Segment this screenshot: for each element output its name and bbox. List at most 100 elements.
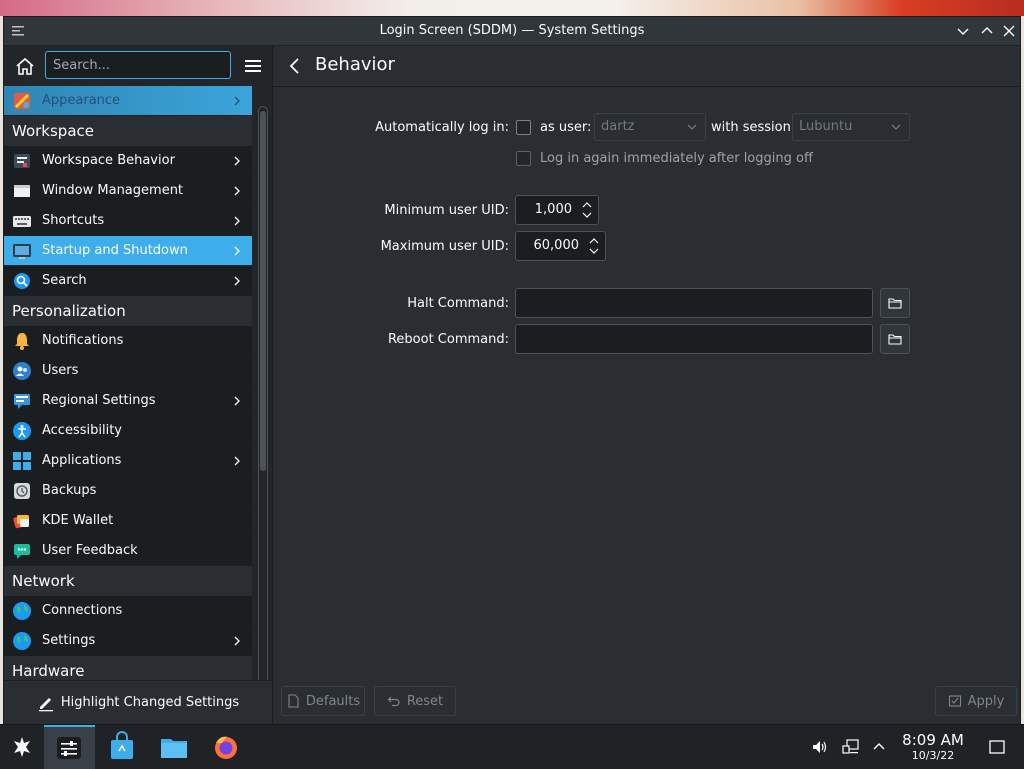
sidebar-scrollbar[interactable] [258,106,268,690]
sidebar-item-appearance[interactable]: Appearance [4,86,252,116]
chevron-down-icon [687,124,697,130]
chevron-right-icon [234,276,240,286]
apply-icon [948,695,961,707]
sidebar-item-settings[interactable]: Settings [4,626,252,656]
file-manager-icon[interactable] [158,731,190,763]
hamburger-menu-icon[interactable] [243,56,263,76]
autologin-label: Automatically log in: [375,120,509,135]
minimum-uid-spinbox[interactable]: 1,000 [515,195,599,225]
reboot-command-field[interactable] [515,324,873,354]
spin-arrows-icon[interactable] [587,234,601,258]
system-settings-task[interactable] [44,725,95,769]
category-list: Appearance Workspace Workspace Behavior Win… [4,86,252,680]
chevron-right-icon [234,186,240,196]
sidebar-item-applications[interactable]: Applications [4,446,252,476]
close-icon [1003,25,1015,37]
sidebar-item-backups[interactable]: Backups [4,476,252,506]
minimum-uid-value: 1,000 [534,202,572,217]
sidebar-item-kde-wallet[interactable]: KDE Wallet [4,506,252,536]
globe-icon [13,601,31,620]
defaults-button[interactable]: Defaults [281,686,365,716]
maximize-button[interactable] [978,22,996,40]
reboot-command-browse-button[interactable] [880,324,910,354]
user-combobox-value: dartz [601,119,635,134]
reset-button[interactable]: Reset [374,686,456,716]
sidebar-item-regional-settings[interactable]: Regional Settings [4,386,252,416]
sidebar-item-search[interactable]: Search [4,266,252,296]
close-button[interactable] [1000,22,1018,40]
sidebar-item-window-management[interactable]: Window Management [4,176,252,206]
sidebar-item-startup-and-shutdown[interactable]: Startup and Shutdown [4,236,252,266]
sidebar-item-notifications[interactable]: Notifications [4,326,252,356]
sidebar-item-connections[interactable]: Connections [4,596,252,626]
reset-label: Reset [406,693,444,709]
sidebar-item-label: Search [42,273,87,288]
firefox-icon[interactable] [210,731,242,763]
bell-icon [15,332,29,350]
halt-command-field[interactable] [515,288,873,318]
sidebar-item-user-feedback[interactable]: User Feedback [4,536,252,566]
chevron-up-icon[interactable] [870,738,888,756]
desktop-wallpaper [0,0,1024,16]
application-launcher-icon[interactable] [6,731,38,763]
section-header: Hardware [4,656,252,680]
chevron-right-icon [234,216,240,226]
sidebar-item-label: KDE Wallet [42,513,114,528]
window-title: Login Screen (SDDM) — System Settings [379,23,645,38]
applications-icon [13,451,31,470]
system-settings-icon [57,737,81,759]
section-header: Network [4,566,252,596]
clock-time[interactable]: 8:09 AM [890,731,976,749]
autologin-checkbox[interactable] [516,120,531,135]
maximum-uid-value: 60,000 [533,238,580,253]
users-icon [13,361,31,380]
show-desktop-icon[interactable] [988,738,1006,756]
volume-icon[interactable] [811,738,829,756]
chevron-right-icon [234,636,240,646]
sidebar: Appearance Workspace Workspace Behavior Win… [4,46,273,724]
user-combobox[interactable]: dartz [594,113,706,141]
back-arrow-icon[interactable] [285,56,305,76]
sidebar-item-label: Settings [42,633,96,648]
clock-date[interactable]: 10/3/22 [890,749,976,762]
sidebar-item-label: Regional Settings [42,393,156,408]
section-header: Personalization [4,296,252,326]
sidebar-item-label: Workspace Behavior [42,153,175,168]
minimum-uid-label: Minimum user UID: [384,203,509,218]
session-combobox[interactable]: Lubuntu [792,113,910,141]
discover-store-icon[interactable] [106,731,138,763]
as-user-label: as user: [540,120,592,135]
wallet-icon [13,514,29,528]
chevron-up-icon [981,27,993,34]
halt-command-label: Halt Command: [407,296,509,311]
apply-button[interactable]: Apply [935,686,1017,716]
relogin-checkbox[interactable] [516,151,531,166]
page-title: Behavior [315,54,395,75]
defaults-label: Defaults [305,693,361,709]
content-header: Behavior [273,46,1020,87]
chevron-right-icon [234,96,240,106]
search-input[interactable] [45,51,231,79]
minimize-button[interactable] [954,22,972,40]
halt-command-browse-button[interactable] [880,288,910,318]
sidebar-item-users[interactable]: Users [4,356,252,386]
workspace-behavior-icon [14,153,30,168]
sidebar-item-label: Shortcuts [42,213,105,228]
home-icon[interactable] [13,55,37,79]
network-icon[interactable] [842,738,860,756]
scrollbar-thumb[interactable] [260,111,266,471]
sidebar-item-label: Accessibility [42,423,122,438]
maximum-uid-label: Maximum user UID: [380,239,509,254]
highlight-changed-settings-button[interactable]: Highlight Changed Settings [4,680,272,724]
sidebar-item-label: Startup and Shutdown [42,243,188,258]
spin-arrows-icon[interactable] [580,198,594,222]
chevron-down-icon [957,28,969,35]
sidebar-item-workspace-behavior[interactable]: Workspace Behavior [4,146,252,176]
sidebar-item-shortcuts[interactable]: Shortcuts [4,206,252,236]
maximum-uid-spinbox[interactable]: 60,000 [515,231,606,261]
section-header: Workspace [4,116,252,146]
taskbar: 8:09 AM 10/3/22 [0,724,1024,769]
sidebar-item-accessibility[interactable]: Accessibility [4,416,252,446]
search-icon [14,272,30,289]
relogin-label: Log in again immediately after logging o… [540,151,813,166]
